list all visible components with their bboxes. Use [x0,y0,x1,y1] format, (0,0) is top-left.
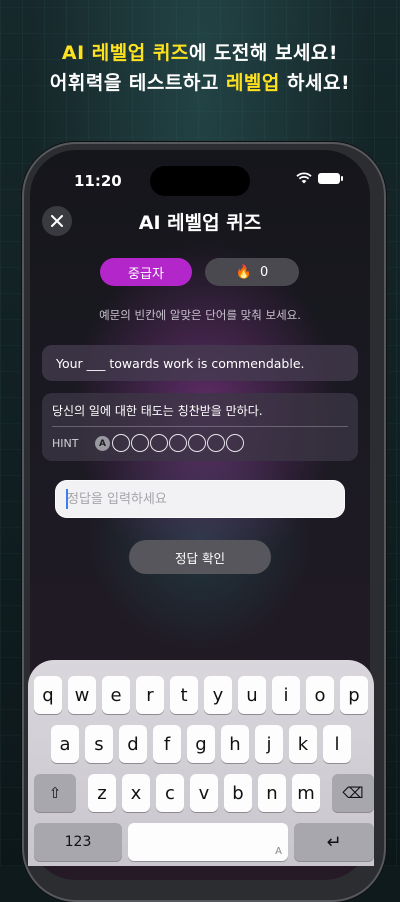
keyboard-row-2: asdfghjkl [51,725,351,763]
hint-blank-circle [188,434,206,452]
key-l[interactable]: l [323,725,351,763]
battery-icon [318,172,343,184]
dynamic-island [150,166,250,196]
hint-blank-circle [150,434,168,452]
key-j[interactable]: j [255,725,283,763]
key-y[interactable]: y [204,676,232,714]
streak-count: 0 [259,264,269,280]
streak-badge: 🔥 0 [205,258,299,286]
key-s[interactable]: s [85,725,113,763]
key-q[interactable]: q [34,676,62,714]
hint-blanks [112,434,244,452]
hint-blank-circle [226,434,244,452]
key-b[interactable]: b [224,774,252,812]
text-caret [66,489,68,509]
check-answer-button[interactable]: 정답 확인 [129,540,271,574]
key-a[interactable]: a [51,725,79,763]
promo-highlight-1: AI 레벨업 퀴즈 [61,42,189,64]
keyboard: qwertyuiop asdfghjkl ⇧ zxcvbnm ⌫ 123 A ↵ [28,660,374,866]
key-c[interactable]: c [156,774,184,812]
divider [52,426,348,427]
promo-line-2: 어휘력을 테스트하고 레벨업 하세요! [0,68,400,98]
translation-card: 당신의 일에 대한 태도는 칭찬받을 만하다. HINT A [42,393,358,461]
key-h[interactable]: h [221,725,249,763]
key-e[interactable]: e [102,676,130,714]
promo-highlight-2: 레벨업 [225,72,280,94]
key-i[interactable]: i [272,676,300,714]
numbers-key[interactable]: 123 [34,823,122,861]
key-v[interactable]: v [190,774,218,812]
answer-input[interactable] [55,480,345,518]
promo-banner: AI 레벨업 퀴즈에 도전해 보세요! 어휘력을 테스트하고 레벨업 하세요! [0,38,400,98]
promo-text-2: 어휘력을 테스트하고 [49,72,226,94]
promo-line-1: AI 레벨업 퀴즈에 도전해 보세요! [0,38,400,68]
return-key[interactable]: ↵ [294,823,374,861]
hint-blank-circle [131,434,149,452]
level-badge: 중급자 [100,258,192,286]
translation-text: 당신의 일에 대한 태도는 칭찬받을 만하다. [52,404,263,418]
instruction-text: 예문의 빈칸에 알맞은 단어를 맞춰 보세요. [99,308,301,322]
key-z[interactable]: z [88,774,116,812]
key-k[interactable]: k [289,725,317,763]
shift-key[interactable]: ⇧ [34,774,76,812]
key-m[interactable]: m [292,774,320,812]
key-d[interactable]: d [119,725,147,763]
page-title: AI 레벨업 퀴즈 [138,212,262,234]
key-g[interactable]: g [187,725,215,763]
key-o[interactable]: o [306,676,334,714]
wifi-icon [296,172,312,184]
fire-icon: 🔥 [235,264,252,280]
key-n[interactable]: n [258,774,286,812]
delete-key[interactable]: ⌫ [332,774,374,812]
keyboard-row-3: ⇧ zxcvbnm ⌫ [34,774,374,812]
status-icons [296,172,343,184]
promo-text-3: 하세요! [279,72,351,94]
key-p[interactable]: p [340,676,368,714]
hint-blank-circle [169,434,187,452]
hint-blank-circle [207,434,225,452]
promo-text-1: 에 도전해 보세요! [188,42,339,64]
key-r[interactable]: r [136,676,164,714]
keyboard-row-3-letters: zxcvbnm [88,774,320,812]
space-key[interactable]: A [128,823,288,861]
key-f[interactable]: f [153,725,181,763]
key-x[interactable]: x [122,774,150,812]
question-sentence: Your ___ towards work is commendable. [42,345,358,381]
key-u[interactable]: u [238,676,266,714]
keyboard-row-4: 123 A ↵ [34,823,374,861]
key-t[interactable]: t [170,676,198,714]
key-w[interactable]: w [68,676,96,714]
hint-label: HINT [52,437,79,450]
hint-first-letter: A [95,436,110,451]
keyboard-row-1: qwertyuiop [34,676,368,714]
status-time: 11:20 [74,172,122,190]
hint-blank-circle [112,434,130,452]
